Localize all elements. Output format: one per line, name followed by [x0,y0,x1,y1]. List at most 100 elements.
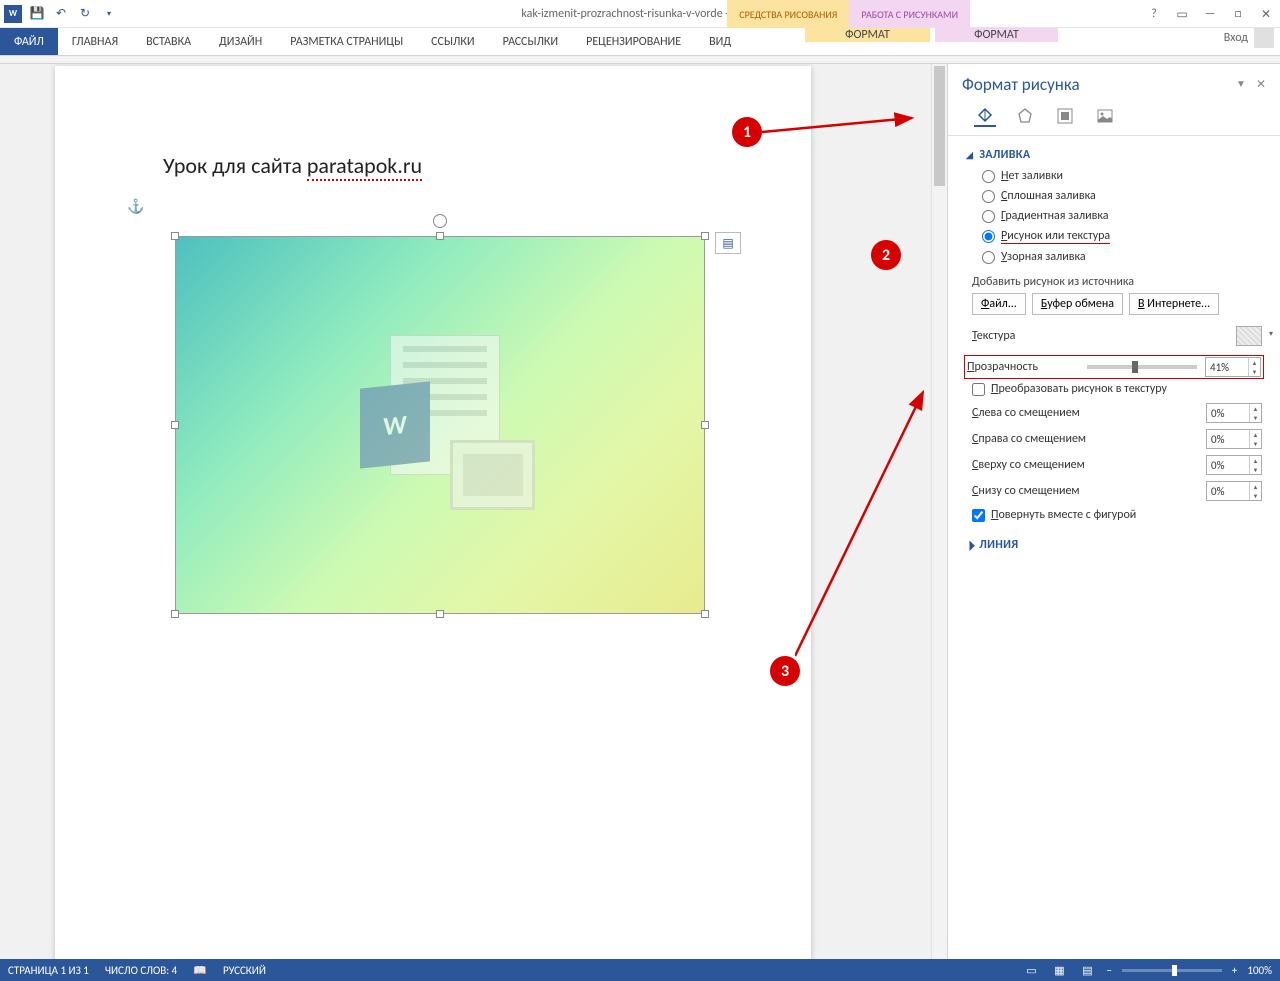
clipboard-button[interactable]: Буфер обмена [1032,293,1123,315]
tab-file[interactable]: ФАЙЛ [0,28,58,55]
minimize-icon[interactable]: — [1200,7,1220,21]
status-words[interactable]: ЧИСЛО СЛОВ: 4 [105,964,177,977]
word-app-icon[interactable]: W [4,5,22,23]
offset-bottom-spinner[interactable]: 0%▲▼ [1206,481,1262,501]
main-area: Урок для сайта paratapok.ru ⚓ W [0,64,1280,959]
qat-dropdown-icon[interactable]: ▾ [100,5,118,23]
tab-layout[interactable]: РАЗМЕТКА СТРАНИЦЫ [276,28,417,55]
zoom-in-icon[interactable]: + [1232,964,1237,977]
title-bar: W 💾 ↶ ↻ ▾ kak-izmenit-prozrachnost-risun… [0,0,1280,28]
annotation-1: 1 [732,117,762,147]
size-properties-icon[interactable] [1054,105,1076,127]
tab-insert[interactable]: ВСТАВКА [132,28,205,55]
pane-menu-icon[interactable]: ▼ [1236,77,1246,92]
layout-options-button[interactable]: ▤ [715,232,741,254]
fill-solid-radio[interactable]: Сплошная заливка [966,186,1262,206]
anchor-icon[interactable]: ⚓ [127,198,144,215]
view-web-icon[interactable]: ▤ [1078,962,1096,978]
offset-bottom-row: Снизу со смещением 0%▲▼ [966,478,1262,504]
tab-design[interactable]: ДИЗАЙН [205,28,276,55]
add-from-label: Добавить рисунок из источника [966,267,1262,293]
fill-line-icon[interactable] [974,105,996,127]
resize-handle[interactable] [436,610,444,618]
offset-right-label: Справа со смещением [972,432,1206,446]
tab-format-picture[interactable]: ФОРМАТ [935,28,1058,42]
effects-icon[interactable] [1014,105,1036,127]
document-title: kak-izmenit-prozrachnost-risunka-v-vorde… [0,7,1280,21]
resize-handle[interactable] [171,421,179,429]
tab-format-drawing[interactable]: ФОРМАТ [805,28,930,42]
file-button[interactable]: Файл... [972,293,1026,315]
tab-references[interactable]: ССЫЛКИ [417,28,488,55]
texture-dropdown[interactable] [1236,326,1262,346]
fill-gradient-radio[interactable]: Градиентная заливка [966,206,1262,226]
status-language[interactable]: РУССКИЙ [223,964,266,977]
redo-icon[interactable]: ↻ [76,5,94,23]
picture-content: W [175,236,705,614]
tab-home[interactable]: ГЛАВНАЯ [58,28,132,55]
tab-view[interactable]: ВИД [695,28,745,55]
annotation-1-arrow [762,110,922,140]
maximize-icon[interactable]: □ [1228,7,1248,21]
login-area[interactable]: Вход [1224,28,1274,48]
fill-pattern-radio[interactable]: Узорная заливка [966,247,1262,267]
pane-close-icon[interactable]: ✕ [1256,77,1266,92]
resize-handle[interactable] [701,610,709,618]
selected-picture[interactable]: W ▤ [175,236,705,614]
contextual-tab-drawing: СРЕДСТВА РИСОВАНИЯ [727,0,849,28]
page-text-left: Урок для сайта [163,152,307,179]
offset-top-spinner[interactable]: 0%▲▼ [1206,455,1262,475]
offset-left-spinner[interactable]: 0%▲▼ [1206,403,1262,423]
view-print-icon[interactable]: ▦ [1050,962,1068,978]
page-text: Урок для сайта paratapok.ru [163,152,422,179]
offset-top-label: Сверху со смещением [972,458,1206,472]
zoom-level[interactable]: 100% [1247,964,1272,977]
resize-handle[interactable] [171,610,179,618]
ribbon-display-icon[interactable]: ▭ [1172,7,1192,22]
page: Урок для сайта paratapok.ru ⚓ W [55,66,811,959]
line-section-header[interactable]: ◢ЛИНИЯ [966,534,1262,556]
offset-right-spinner[interactable]: 0%▲▼ [1206,429,1262,449]
rotate-with-shape-row[interactable]: Повернуть вместе с фигурой [966,504,1262,526]
fill-none-radio[interactable]: Нет заливки [966,166,1262,186]
resize-handle[interactable] [701,421,709,429]
texture-row: Текстура [966,323,1262,349]
offset-bottom-label: Снизу со смещением [972,484,1206,498]
tile-checkbox-row[interactable]: Преобразовать рисунок в текстуру [966,378,1262,400]
annotation-2: 2 [871,240,901,270]
format-picture-pane: Формат рисунка ▼ ✕ ◢ЗАЛИВКА Нет заливки [948,64,1280,959]
fill-section: ◢ЗАЛИВКА Нет заливки Сплошная заливка Гр… [948,136,1280,534]
rotate-handle[interactable] [433,214,447,228]
help-icon[interactable]: ? [1144,7,1164,21]
transparency-spinner[interactable]: 41%▲▼ [1205,357,1261,377]
wm-picture-icon [450,440,535,510]
view-read-icon[interactable]: ▭ [1022,962,1040,978]
contextual-tabs: СРЕДСТВА РИСОВАНИЯ РАБОТА С РИСУНКАМИ [727,0,970,28]
resize-handle[interactable] [436,232,444,240]
line-section: ◢ЛИНИЯ [948,534,1280,564]
pane-category-icons [948,101,1280,136]
offset-top-row: Сверху со смещением 0%▲▼ [966,452,1262,478]
undo-icon[interactable]: ↶ [52,5,70,23]
resize-handle[interactable] [701,232,709,240]
resize-handle[interactable] [171,232,179,240]
fill-picture-radio[interactable]: Рисунок или текстура [966,226,1262,247]
status-proofing-icon[interactable]: 📖 [193,964,207,977]
pane-header: Формат рисунка ▼ ✕ [948,64,1280,101]
page-text-right: paratapok.ru [307,152,422,181]
pane-title: Формат рисунка [962,74,1080,95]
save-icon[interactable]: 💾 [28,5,46,23]
fill-section-header[interactable]: ◢ЗАЛИВКА [966,144,1262,166]
zoom-out-icon[interactable]: − [1106,964,1111,977]
offset-right-row: Справа со смещением 0%▲▼ [966,426,1262,452]
zoom-slider[interactable] [1122,969,1222,972]
contextual-tab-picture: РАБОТА С РИСУНКАМИ [849,0,970,28]
picture-icon[interactable] [1094,105,1116,127]
tab-review[interactable]: РЕЦЕНЗИРОВАНИЕ [572,28,695,55]
login-label: Вход [1224,31,1248,45]
tab-mailings[interactable]: РАССЫЛКИ [489,28,573,55]
status-page[interactable]: СТРАНИЦА 1 ИЗ 1 [8,964,89,977]
online-button[interactable]: В Интернете... [1129,293,1219,315]
close-icon[interactable]: ✕ [1256,7,1276,22]
transparency-slider[interactable] [1087,365,1197,369]
